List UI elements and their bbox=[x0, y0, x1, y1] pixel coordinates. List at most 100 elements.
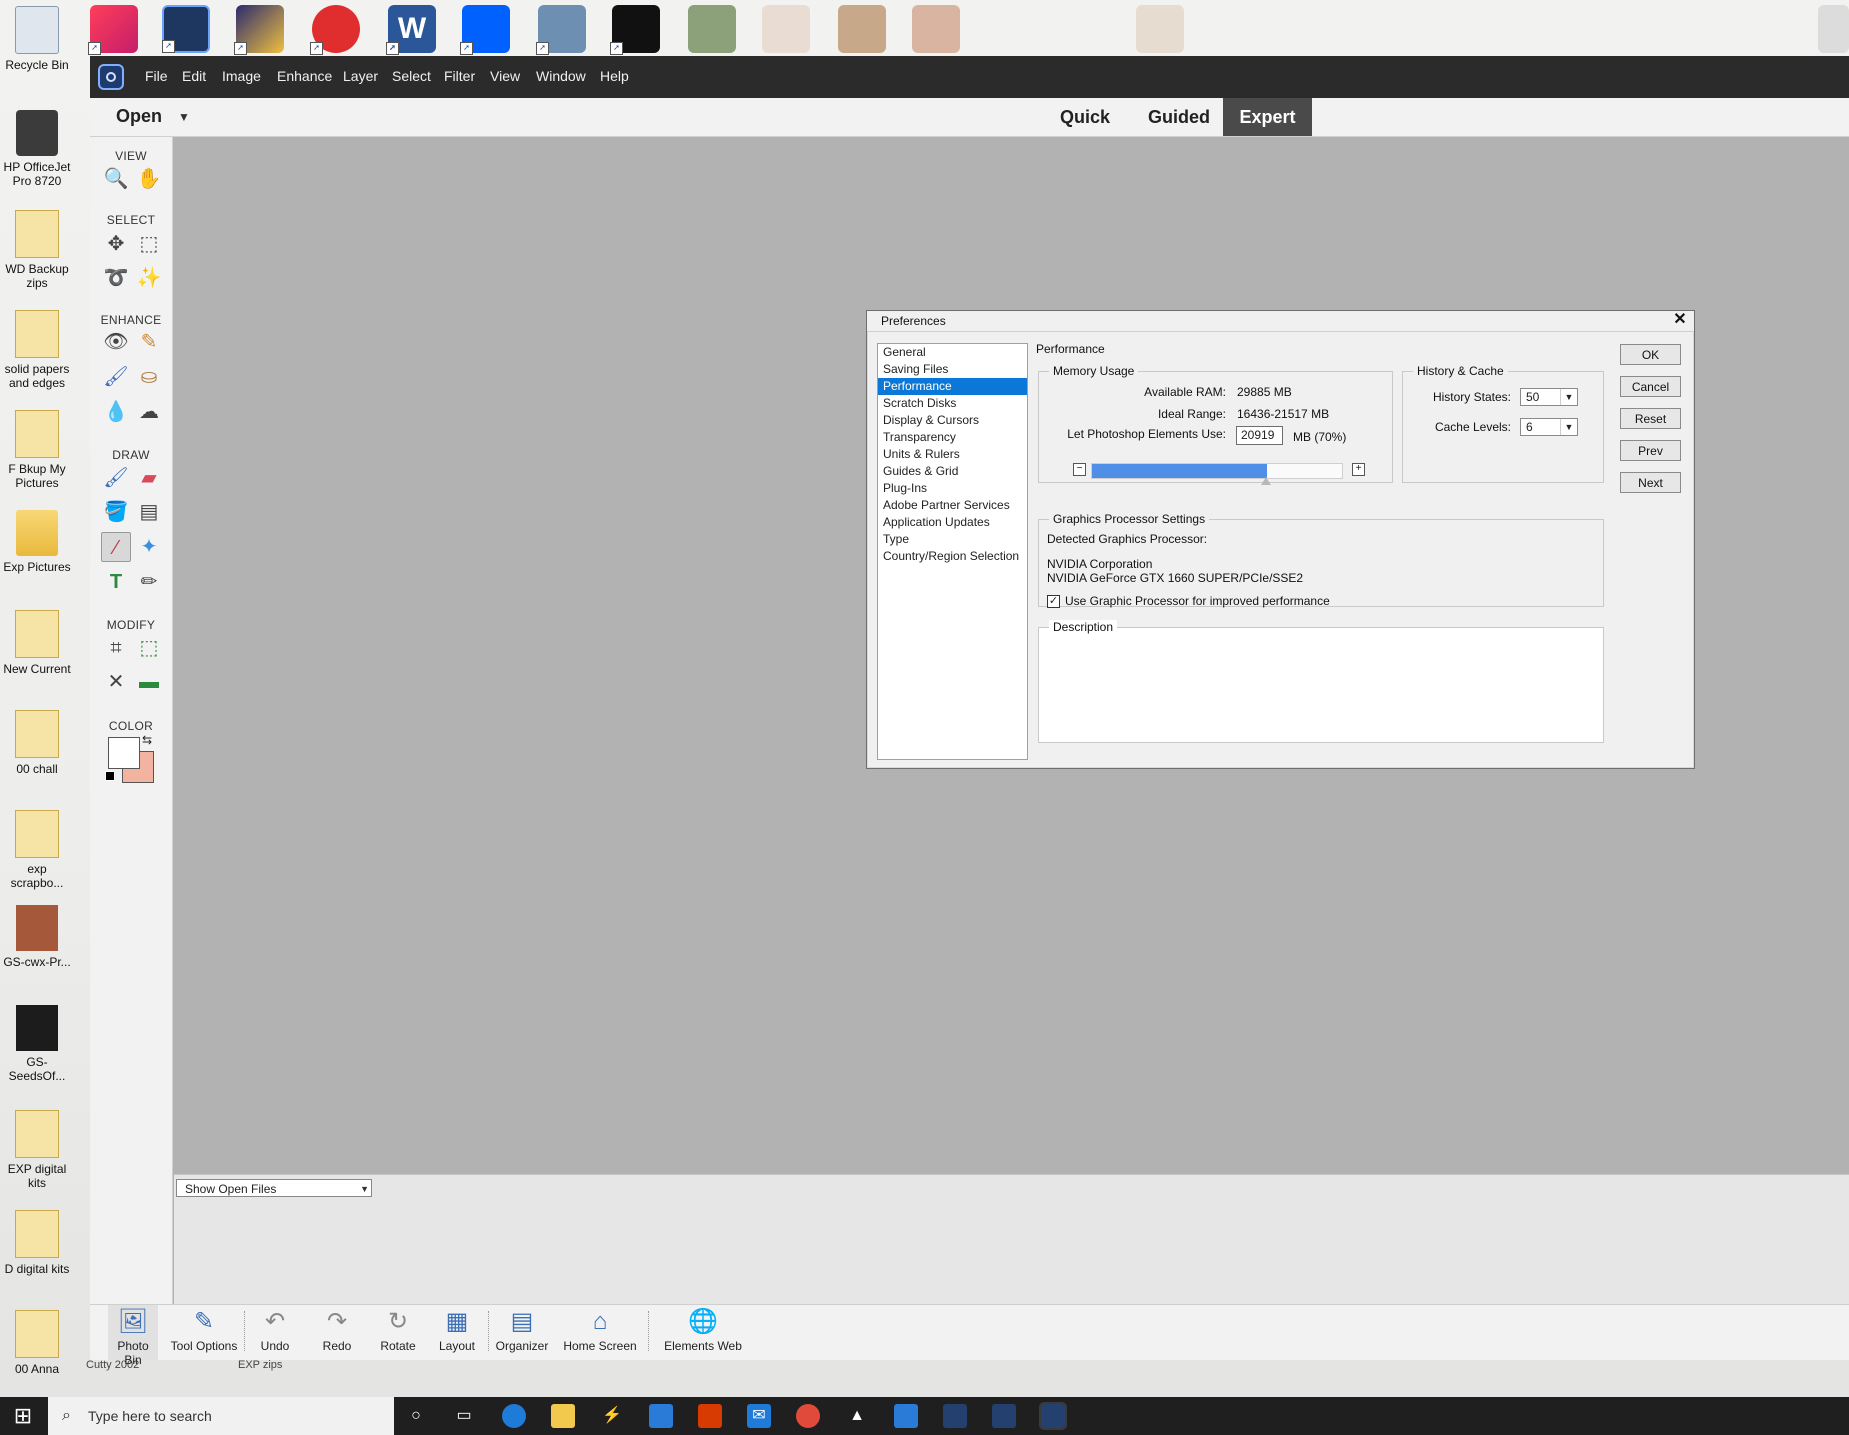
nav-item-application-updates[interactable]: Application Updates bbox=[878, 514, 1027, 531]
photos-icon[interactable] bbox=[894, 1404, 918, 1428]
desktop-icon-d-digital-kits[interactable]: D digital kits bbox=[0, 1210, 74, 1276]
red-eye-tool-icon[interactable]: 👁 bbox=[101, 327, 131, 357]
pencil-tool-icon[interactable]: ✏ bbox=[134, 567, 164, 597]
menu-image[interactable]: Image bbox=[222, 68, 261, 84]
nav-item-saving-files[interactable]: Saving Files bbox=[878, 361, 1027, 378]
menu-help[interactable]: Help bbox=[600, 68, 629, 84]
chrome-icon[interactable] bbox=[796, 1404, 820, 1428]
cortana-icon[interactable]: ○ bbox=[404, 1404, 428, 1428]
desktop-icon-exp-pictures[interactable]: Exp Pictures bbox=[0, 510, 74, 574]
hp-logo-icon[interactable] bbox=[1818, 5, 1849, 53]
layout-button[interactable]: ▦ Layout bbox=[434, 1305, 480, 1360]
recompose-tool-icon[interactable]: ⬚ bbox=[134, 633, 164, 663]
photo-thumbnail-2-icon[interactable] bbox=[762, 5, 810, 53]
file-explorer-icon[interactable] bbox=[551, 1404, 575, 1428]
swap-colors-icon[interactable]: ⇆ bbox=[142, 733, 152, 747]
clone-stamp-tool-icon[interactable]: ⛀ bbox=[134, 362, 164, 392]
photoshop-elements-taskbar-icon[interactable] bbox=[992, 1404, 1016, 1428]
word-icon[interactable]: W ➚ bbox=[386, 5, 436, 55]
desktop-icon-exp-scrapbo[interactable]: exp scrapbo... bbox=[0, 810, 74, 890]
type-tool-icon[interactable]: T bbox=[101, 567, 131, 597]
cancel-button[interactable]: Cancel bbox=[1620, 376, 1681, 397]
photo-bin-button[interactable]: 🖼 Photo Bin bbox=[108, 1305, 158, 1367]
default-colors-icon[interactable] bbox=[105, 771, 115, 781]
premiere-elements-icon[interactable]: ➚ bbox=[234, 5, 284, 55]
sponge-tool-icon[interactable]: ☁ bbox=[134, 397, 164, 427]
nav-item-transparency[interactable]: Transparency bbox=[878, 429, 1027, 446]
menu-view[interactable]: View bbox=[490, 68, 520, 84]
hand-tool-icon[interactable]: ✋ bbox=[134, 164, 164, 194]
paint-bucket-tool-icon[interactable]: 🪣 bbox=[101, 497, 131, 527]
color-picker-tool-icon[interactable]: ⁄ bbox=[101, 532, 131, 562]
desktop-icon-solid-papers[interactable]: solid papers and edges bbox=[0, 310, 74, 390]
menu-edit[interactable]: Edit bbox=[182, 68, 206, 84]
nav-item-plug-ins[interactable]: Plug-Ins bbox=[878, 480, 1027, 497]
reset-button[interactable]: Reset bbox=[1620, 408, 1681, 429]
desktop-icon-recycle-bin[interactable]: Recycle Bin bbox=[0, 6, 74, 72]
menu-window[interactable]: Window bbox=[536, 68, 586, 84]
nav-item-units-rulers[interactable]: Units & Rulers bbox=[878, 446, 1027, 463]
rotate-button[interactable]: ↻ Rotate bbox=[373, 1305, 423, 1360]
history-states-select[interactable]: 50 ▼ bbox=[1520, 388, 1578, 406]
memory-slider-thumb[interactable] bbox=[1261, 477, 1271, 485]
organizer-button[interactable]: ▤ Organizer bbox=[494, 1305, 550, 1360]
foreground-color-swatch[interactable] bbox=[108, 737, 140, 769]
cache-levels-select[interactable]: 6 ▼ bbox=[1520, 418, 1578, 436]
lasso-tool-icon[interactable]: ➰ bbox=[101, 263, 131, 293]
elements-web-button[interactable]: 🌐 Elements Web bbox=[660, 1305, 746, 1360]
desktop-icon-hp-officejet[interactable]: HP OfficeJet Pro 8720 bbox=[0, 110, 74, 188]
photo-thumbnail-5-icon[interactable] bbox=[1136, 5, 1184, 53]
close-icon[interactable]: ✕ bbox=[1672, 312, 1688, 328]
next-button[interactable]: Next bbox=[1620, 472, 1681, 493]
nav-item-country-region[interactable]: Country/Region Selection bbox=[878, 548, 1027, 565]
content-aware-move-tool-icon[interactable]: ✕ bbox=[101, 667, 131, 697]
nav-item-general[interactable]: General bbox=[878, 344, 1027, 361]
prev-button[interactable]: Prev bbox=[1620, 440, 1681, 461]
menu-filter[interactable]: Filter bbox=[444, 68, 475, 84]
marquee-tool-icon[interactable]: ⬚ bbox=[134, 229, 164, 259]
open-dropdown-icon[interactable]: ▼ bbox=[178, 110, 190, 124]
nav-item-display-cursors[interactable]: Display & Cursors bbox=[878, 412, 1027, 429]
undo-button[interactable]: ↶ Undo bbox=[252, 1305, 298, 1360]
desktop-icon-new-current[interactable]: New Current bbox=[0, 610, 74, 676]
ok-button[interactable]: OK bbox=[1620, 344, 1681, 365]
task-view-icon[interactable]: ▭ bbox=[452, 1404, 476, 1428]
nav-item-scratch-disks[interactable]: Scratch Disks bbox=[878, 395, 1027, 412]
eraser-tool-icon[interactable]: ▰ bbox=[134, 463, 164, 493]
magic-wand-tool-icon[interactable]: ✨ bbox=[134, 263, 164, 293]
nav-item-performance[interactable]: Performance bbox=[878, 378, 1027, 395]
menu-enhance[interactable]: Enhance bbox=[277, 68, 332, 84]
tab-expert[interactable]: Expert bbox=[1223, 98, 1312, 136]
creative-cloud-icon[interactable]: ➚ bbox=[88, 5, 138, 55]
desktop-icon-wd-backup[interactable]: WD Backup zips bbox=[0, 210, 74, 290]
home-screen-button[interactable]: ⌂ Home Screen bbox=[560, 1305, 640, 1360]
photoshop-elements-icon[interactable]: ➚ bbox=[162, 5, 210, 53]
crop-tool-icon[interactable]: ⌗ bbox=[101, 633, 131, 663]
use-gpu-label[interactable]: Use Graphic Processor for improved perfo… bbox=[1065, 594, 1330, 608]
photo-thumbnail-4-icon[interactable] bbox=[912, 5, 960, 53]
nav-item-adobe-partner-services[interactable]: Adobe Partner Services bbox=[878, 497, 1027, 514]
desktop-icon-gs-cwx[interactable]: GS-cwx-Pr... bbox=[0, 905, 74, 969]
windows-start-icon[interactable]: ⊞ bbox=[0, 1397, 46, 1435]
edge-icon[interactable] bbox=[502, 1404, 526, 1428]
menu-layer[interactable]: Layer bbox=[343, 68, 378, 84]
straighten-tool-icon[interactable]: ▬ bbox=[134, 667, 164, 697]
shape-tool-icon[interactable]: ✦ bbox=[134, 532, 164, 562]
store-icon[interactable] bbox=[649, 1404, 673, 1428]
spot-healing-tool-icon[interactable]: ✎ bbox=[134, 327, 164, 357]
photo-thumbnail-1-icon[interactable] bbox=[688, 5, 736, 53]
tab-quick[interactable]: Quick bbox=[1050, 98, 1120, 136]
taskbar-search-box[interactable]: ⌕ Type here to search bbox=[48, 1397, 394, 1435]
nav-item-guides-grid[interactable]: Guides & Grid bbox=[878, 463, 1027, 480]
tab-guided[interactable]: Guided bbox=[1130, 98, 1228, 136]
redo-button[interactable]: ↷ Redo bbox=[314, 1305, 360, 1360]
tool-options-button[interactable]: ✎ Tool Options bbox=[168, 1305, 240, 1360]
show-open-files-dropdown[interactable]: Show Open Files ▼ bbox=[176, 1179, 372, 1197]
photo-thumbnail-3-icon[interactable] bbox=[838, 5, 886, 53]
desktop-icon-gs-seedsof[interactable]: GS-SeedsOf... bbox=[0, 1005, 74, 1083]
hp-smart-icon[interactable]: ➚ bbox=[536, 5, 586, 55]
decrease-memory-button[interactable]: − bbox=[1073, 463, 1086, 476]
premiere-elements-organizer-icon[interactable]: ➚ bbox=[610, 5, 660, 55]
use-gpu-checkbox[interactable]: ✓ bbox=[1047, 595, 1060, 608]
office-icon[interactable] bbox=[698, 1404, 722, 1428]
